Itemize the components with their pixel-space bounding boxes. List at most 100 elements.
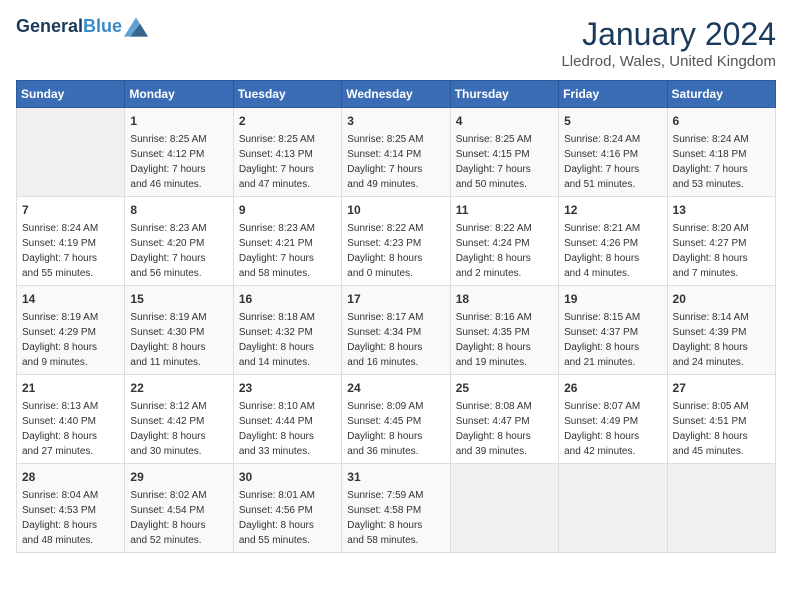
day-number: 12 xyxy=(564,201,661,219)
day-info: Sunrise: 8:25 AM Sunset: 4:15 PM Dayligh… xyxy=(456,132,553,192)
day-info: Sunrise: 8:07 AM Sunset: 4:49 PM Dayligh… xyxy=(564,399,661,459)
weekday-header-tuesday: Tuesday xyxy=(233,81,341,108)
day-number: 17 xyxy=(347,290,444,308)
location: Lledrod, Wales, United Kingdom xyxy=(561,53,776,70)
calendar-cell: 16Sunrise: 8:18 AM Sunset: 4:32 PM Dayli… xyxy=(233,286,341,375)
day-info: Sunrise: 8:22 AM Sunset: 4:23 PM Dayligh… xyxy=(347,221,444,281)
calendar-cell: 30Sunrise: 8:01 AM Sunset: 4:56 PM Dayli… xyxy=(233,464,341,553)
weekday-row: SundayMondayTuesdayWednesdayThursdayFrid… xyxy=(17,81,776,108)
calendar-cell: 1Sunrise: 8:25 AM Sunset: 4:12 PM Daylig… xyxy=(125,108,233,197)
calendar-cell: 25 Sunrise: 8:08 AM Sunset: 4:47 PM Dayli… xyxy=(450,375,558,464)
calendar-cell: 9Sunrise: 8:23 AM Sunset: 4:21 PM Daylig… xyxy=(233,197,341,286)
logo: GeneralBlue xyxy=(16,16,148,38)
calendar-cell: 26 Sunrise: 8:07 AM Sunset: 4:49 PM Dayli… xyxy=(559,375,667,464)
day-number: 26 xyxy=(564,379,661,397)
calendar-cell: 15Sunrise: 8:19 AM Sunset: 4:30 PM Dayli… xyxy=(125,286,233,375)
day-info: Sunrise: 8:24 AM Sunset: 4:19 PM Dayligh… xyxy=(22,221,119,281)
logo-icon xyxy=(124,17,148,37)
day-info: Sunrise: 8:20 AM Sunset: 4:27 PM Dayligh… xyxy=(673,221,770,281)
day-number: 19 xyxy=(564,290,661,308)
day-info: Sunrise: 8:25 AM Sunset: 4:14 PM Dayligh… xyxy=(347,132,444,192)
day-info: Sunrise: 8:23 AM Sunset: 4:20 PM Dayligh… xyxy=(130,221,227,281)
calendar-cell: 11 Sunrise: 8:22 AM Sunset: 4:24 PM Dayli… xyxy=(450,197,558,286)
calendar-cell: 13 Sunrise: 8:20 AM Sunset: 4:27 PM Dayli… xyxy=(667,197,775,286)
day-number: 10 xyxy=(347,201,444,219)
calendar-cell: 27 Sunrise: 8:05 AM Sunset: 4:51 PM Dayli… xyxy=(667,375,775,464)
calendar-week-4: 21 Sunrise: 8:13 AM Sunset: 4:40 PM Dayli… xyxy=(17,375,776,464)
day-info: Sunrise: 8:04 AM Sunset: 4:53 PM Dayligh… xyxy=(22,488,119,548)
day-info: Sunrise: 8:13 AM Sunset: 4:40 PM Dayligh… xyxy=(22,399,119,459)
calendar-header: SundayMondayTuesdayWednesdayThursdayFrid… xyxy=(17,81,776,108)
calendar-cell: 7 Sunrise: 8:24 AM Sunset: 4:19 PM Daylig… xyxy=(17,197,125,286)
calendar-table: SundayMondayTuesdayWednesdayThursdayFrid… xyxy=(16,80,776,553)
logo-text: GeneralBlue xyxy=(16,16,122,38)
calendar-cell xyxy=(17,108,125,197)
day-number: 2 xyxy=(239,112,336,130)
calendar-week-3: 14Sunrise: 8:19 AM Sunset: 4:29 PM Dayli… xyxy=(17,286,776,375)
day-number: 30 xyxy=(239,468,336,486)
day-info: Sunrise: 8:05 AM Sunset: 4:51 PM Dayligh… xyxy=(673,399,770,459)
weekday-header-saturday: Saturday xyxy=(667,81,775,108)
day-number: 21 xyxy=(22,379,119,397)
day-number: 1 xyxy=(130,112,227,130)
day-info: Sunrise: 8:14 AM Sunset: 4:39 PM Dayligh… xyxy=(673,310,770,370)
day-info: Sunrise: 8:24 AM Sunset: 4:18 PM Dayligh… xyxy=(673,132,770,192)
day-number: 3 xyxy=(347,112,444,130)
day-info: Sunrise: 8:24 AM Sunset: 4:16 PM Dayligh… xyxy=(564,132,661,192)
calendar-cell: 17 Sunrise: 8:17 AM Sunset: 4:34 PM Dayli… xyxy=(342,286,450,375)
day-number: 18 xyxy=(456,290,553,308)
calendar-cell: 28 Sunrise: 8:04 AM Sunset: 4:53 PM Dayli… xyxy=(17,464,125,553)
day-number: 24 xyxy=(347,379,444,397)
calendar-week-1: 1Sunrise: 8:25 AM Sunset: 4:12 PM Daylig… xyxy=(17,108,776,197)
day-number: 27 xyxy=(673,379,770,397)
day-number: 23 xyxy=(239,379,336,397)
calendar-cell xyxy=(667,464,775,553)
calendar-cell: 5 Sunrise: 8:24 AM Sunset: 4:16 PM Daylig… xyxy=(559,108,667,197)
weekday-header-monday: Monday xyxy=(125,81,233,108)
calendar-cell: 23Sunrise: 8:10 AM Sunset: 4:44 PM Dayli… xyxy=(233,375,341,464)
page-header: GeneralBlue January 2024 Lledrod, Wales,… xyxy=(16,16,776,70)
calendar-cell xyxy=(450,464,558,553)
calendar-cell: 14Sunrise: 8:19 AM Sunset: 4:29 PM Dayli… xyxy=(17,286,125,375)
calendar-cell: 31 Sunrise: 7:59 AM Sunset: 4:58 PM Dayli… xyxy=(342,464,450,553)
weekday-header-wednesday: Wednesday xyxy=(342,81,450,108)
weekday-header-thursday: Thursday xyxy=(450,81,558,108)
calendar-cell: 19 Sunrise: 8:15 AM Sunset: 4:37 PM Dayli… xyxy=(559,286,667,375)
day-number: 5 xyxy=(564,112,661,130)
month-title: January 2024 xyxy=(561,16,776,53)
weekday-header-sunday: Sunday xyxy=(17,81,125,108)
day-info: Sunrise: 8:16 AM Sunset: 4:35 PM Dayligh… xyxy=(456,310,553,370)
weekday-header-friday: Friday xyxy=(559,81,667,108)
day-number: 22 xyxy=(130,379,227,397)
calendar-cell: 20Sunrise: 8:14 AM Sunset: 4:39 PM Dayli… xyxy=(667,286,775,375)
day-number: 31 xyxy=(347,468,444,486)
day-info: Sunrise: 8:21 AM Sunset: 4:26 PM Dayligh… xyxy=(564,221,661,281)
calendar-cell: 29 Sunrise: 8:02 AM Sunset: 4:54 PM Dayli… xyxy=(125,464,233,553)
calendar-cell xyxy=(559,464,667,553)
day-number: 13 xyxy=(673,201,770,219)
day-number: 7 xyxy=(22,201,119,219)
calendar-cell: 3 Sunrise: 8:25 AM Sunset: 4:14 PM Daylig… xyxy=(342,108,450,197)
day-info: Sunrise: 8:02 AM Sunset: 4:54 PM Dayligh… xyxy=(130,488,227,548)
calendar-cell: 8Sunrise: 8:23 AM Sunset: 4:20 PM Daylig… xyxy=(125,197,233,286)
day-number: 11 xyxy=(456,201,553,219)
day-number: 29 xyxy=(130,468,227,486)
day-info: Sunrise: 8:23 AM Sunset: 4:21 PM Dayligh… xyxy=(239,221,336,281)
day-info: Sunrise: 8:22 AM Sunset: 4:24 PM Dayligh… xyxy=(456,221,553,281)
calendar-cell: 22Sunrise: 8:12 AM Sunset: 4:42 PM Dayli… xyxy=(125,375,233,464)
day-info: Sunrise: 8:08 AM Sunset: 4:47 PM Dayligh… xyxy=(456,399,553,459)
day-info: Sunrise: 8:15 AM Sunset: 4:37 PM Dayligh… xyxy=(564,310,661,370)
day-number: 25 xyxy=(456,379,553,397)
calendar-cell: 12 Sunrise: 8:21 AM Sunset: 4:26 PM Dayli… xyxy=(559,197,667,286)
day-number: 28 xyxy=(22,468,119,486)
day-info: Sunrise: 8:17 AM Sunset: 4:34 PM Dayligh… xyxy=(347,310,444,370)
day-info: Sunrise: 8:09 AM Sunset: 4:45 PM Dayligh… xyxy=(347,399,444,459)
day-number: 6 xyxy=(673,112,770,130)
calendar-body: 1Sunrise: 8:25 AM Sunset: 4:12 PM Daylig… xyxy=(17,108,776,553)
calendar-cell: 2Sunrise: 8:25 AM Sunset: 4:13 PM Daylig… xyxy=(233,108,341,197)
day-number: 14 xyxy=(22,290,119,308)
day-info: Sunrise: 7:59 AM Sunset: 4:58 PM Dayligh… xyxy=(347,488,444,548)
calendar-week-5: 28 Sunrise: 8:04 AM Sunset: 4:53 PM Dayli… xyxy=(17,464,776,553)
day-info: Sunrise: 8:19 AM Sunset: 4:30 PM Dayligh… xyxy=(130,310,227,370)
calendar-cell: 6 Sunrise: 8:24 AM Sunset: 4:18 PM Daylig… xyxy=(667,108,775,197)
